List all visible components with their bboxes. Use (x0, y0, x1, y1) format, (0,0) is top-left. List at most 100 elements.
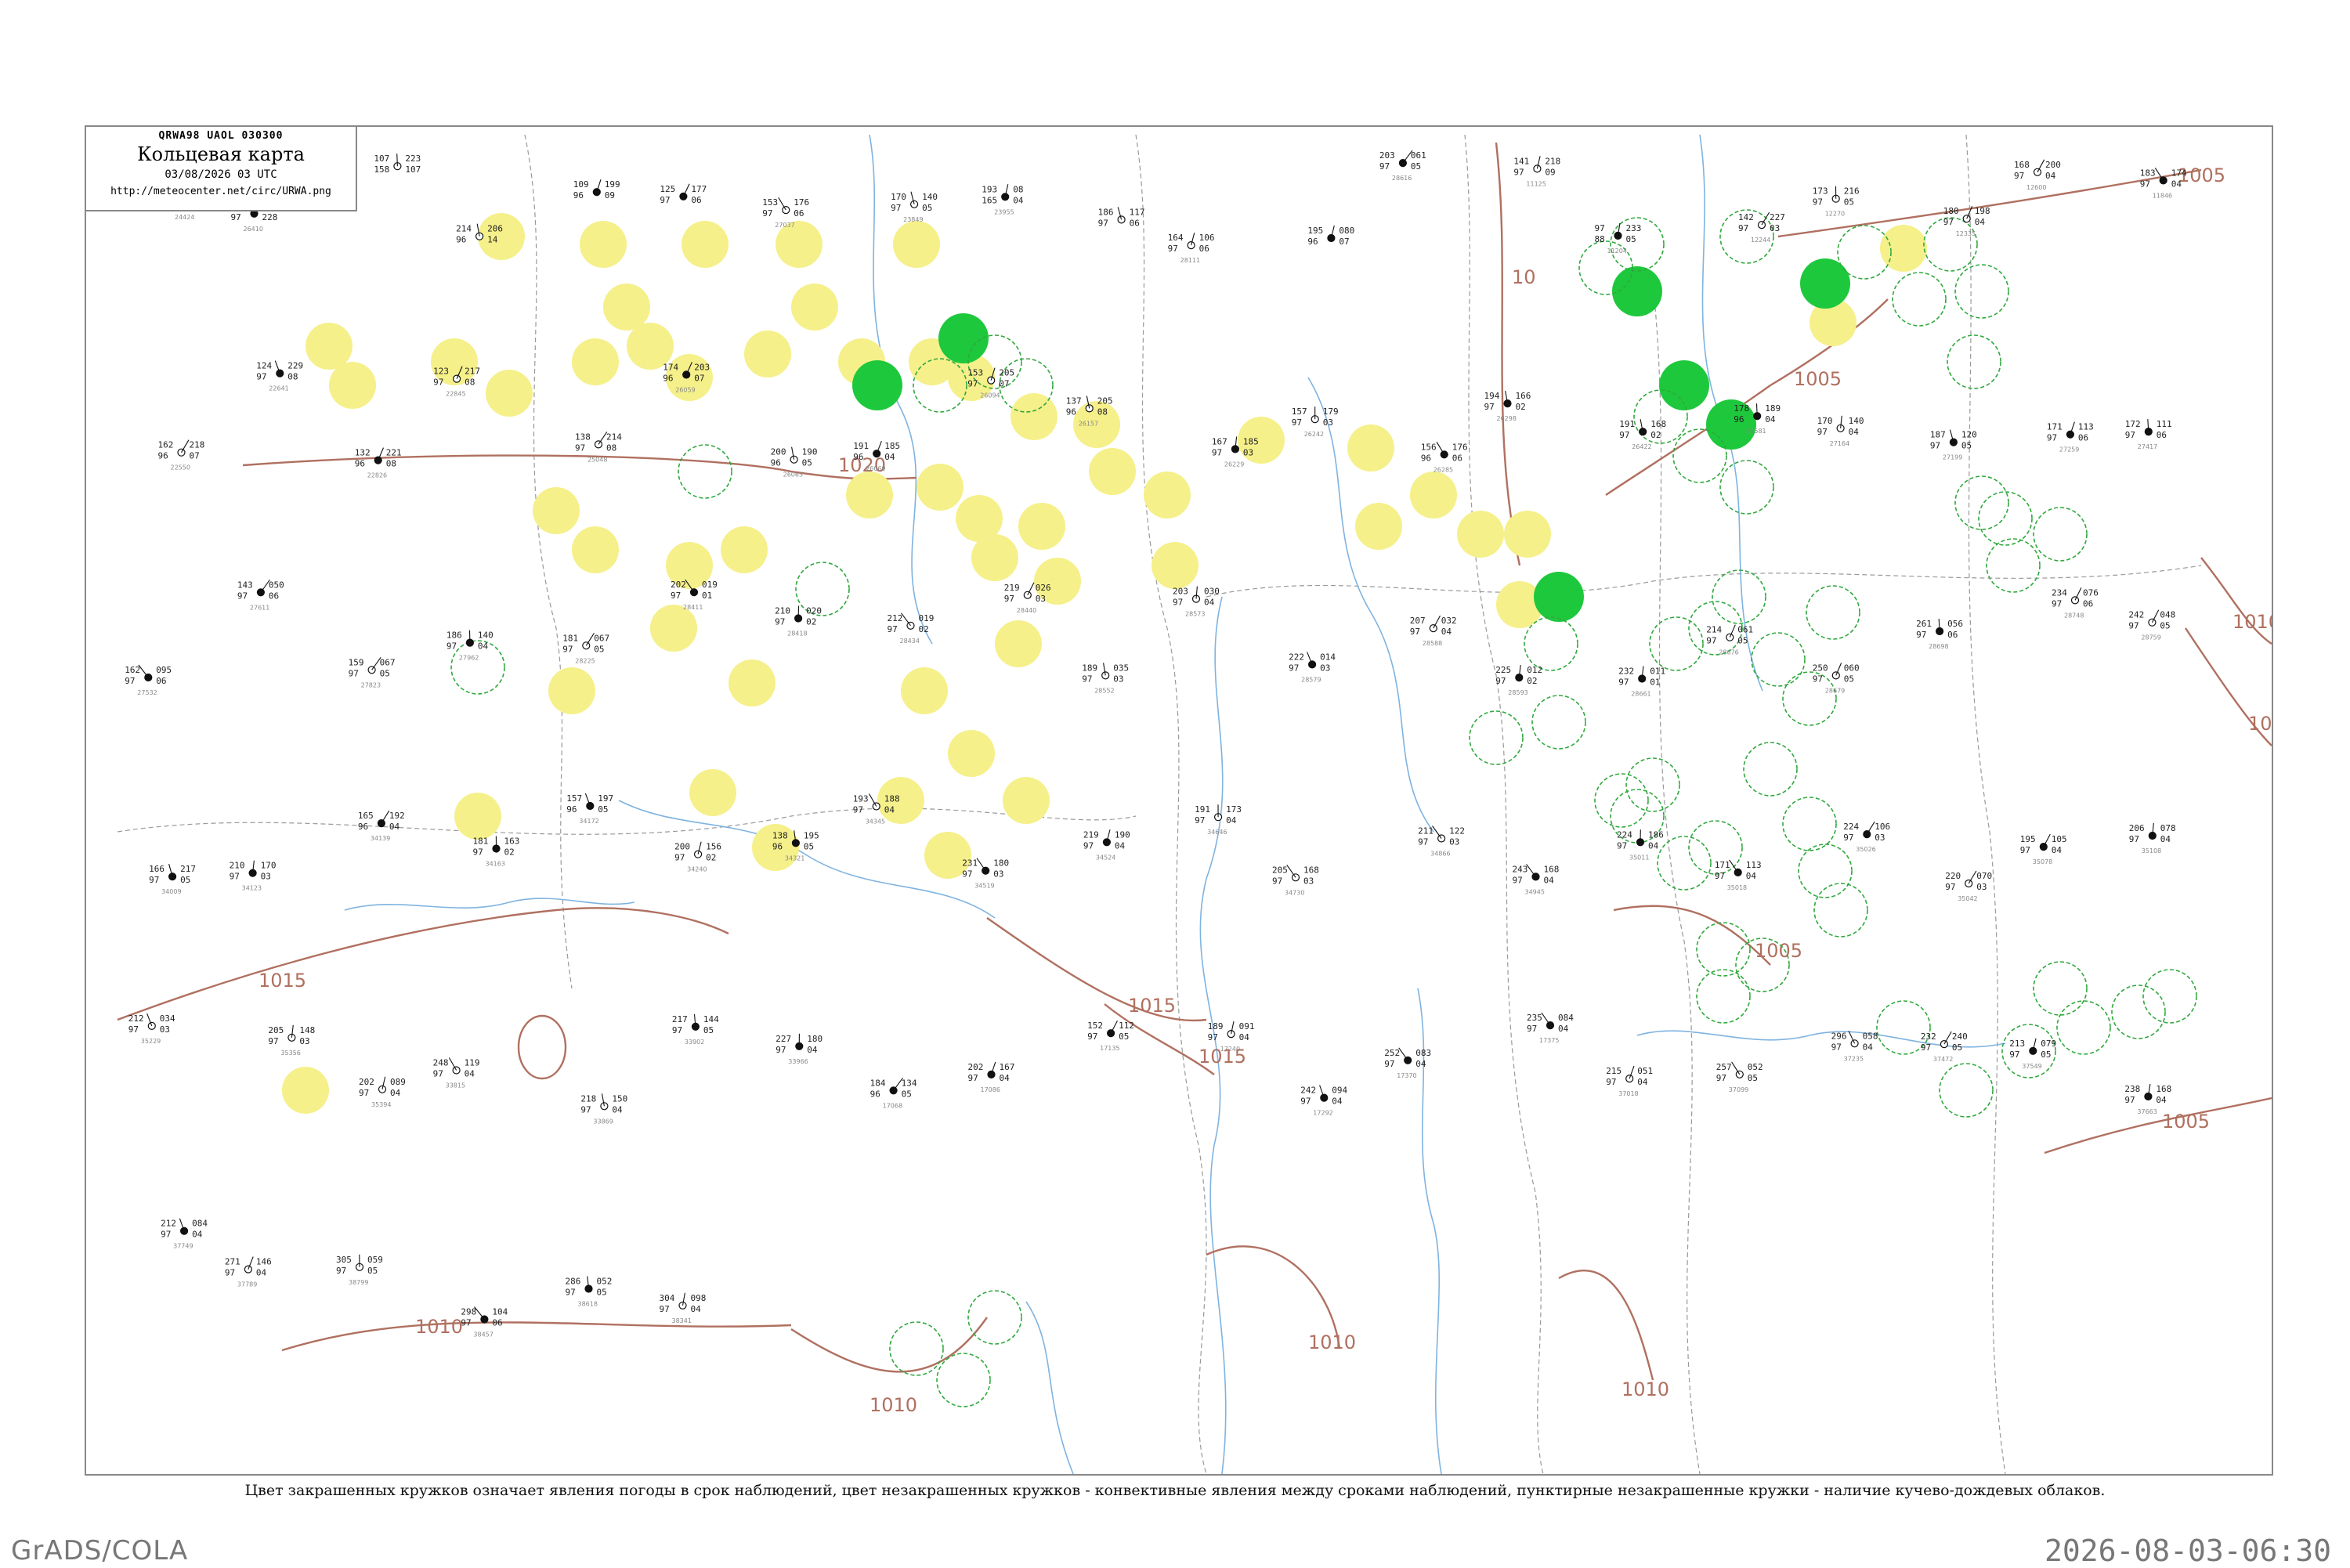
station-index: 17370 (1397, 1072, 1416, 1079)
isobar-line (1496, 143, 1520, 565)
station-value: 97 (1004, 594, 1014, 604)
station-marker (2034, 168, 2041, 175)
station-index: 26242 (1304, 431, 1324, 438)
station-value: 203 (1173, 587, 1188, 597)
source-url[interactable]: http://meteocenter.net/circ/URWA.png (86, 186, 356, 197)
isobar-label: 1010 (1308, 1331, 1356, 1353)
admin-boundary (525, 135, 572, 988)
station-value: 070 (1976, 871, 1992, 881)
station-value: 97 (2052, 598, 2062, 609)
station-index: 35356 (280, 1050, 300, 1057)
station-value: 234 (2052, 587, 2067, 598)
wind-barb (1730, 860, 1738, 873)
station-value: 148 (299, 1025, 315, 1035)
station-value: 158 (374, 164, 389, 175)
station-index: 28759 (2141, 634, 2160, 641)
station-index: 28434 (900, 638, 920, 645)
product-code: QRWA98 UAOL 030300 (86, 130, 356, 142)
fog-highlight (1457, 511, 1504, 558)
station-value: 07 (190, 451, 200, 461)
station-value: 191 (1195, 804, 1210, 815)
station-value: 04 (691, 1304, 702, 1314)
station-value: 189 (1765, 403, 1781, 414)
cumulonimbus-ring (937, 1353, 990, 1407)
station-plot: 248119970433815 (433, 1058, 480, 1089)
station-value: 03 (993, 869, 1003, 880)
station-value: 97 (1168, 244, 1178, 254)
fog-highlight (603, 284, 650, 331)
wind-barb (870, 794, 877, 807)
station-value: 03 (1036, 594, 1046, 604)
station-value: 232 (1921, 1031, 1936, 1042)
station-index: 26157 (1079, 420, 1098, 427)
station-index: 11846 (2153, 192, 2172, 199)
station-value: 174 (2171, 168, 2187, 178)
station-value: 03 (1323, 417, 1333, 428)
station-value: 97 (1921, 1042, 1931, 1053)
station-value: 219 (1004, 583, 1020, 593)
station-value: 173 (1226, 804, 1242, 815)
wind-barb (977, 858, 985, 871)
isobar-label: 1010 (1622, 1378, 1669, 1400)
station-value: 261 (1916, 619, 1932, 629)
station-value: 97 (1716, 1073, 1726, 1083)
station-value: 97 (2009, 1050, 2019, 1060)
station-plot: 286052970538618 (566, 1277, 613, 1308)
station-value: 205 (268, 1025, 284, 1035)
station-value: 97 (2047, 433, 2057, 443)
station-value: 04 (256, 1268, 267, 1278)
station-value: 214 (456, 224, 472, 234)
cumulonimbus-ring (2034, 508, 2087, 561)
station-value: 03 (1875, 833, 1885, 843)
station-index: 33815 (446, 1082, 465, 1089)
station-plot: 124229970822641 (256, 361, 303, 392)
station-value: 04 (1441, 627, 1452, 637)
station-value: 181 (473, 836, 489, 847)
station-value: 06 (1130, 218, 1140, 228)
station-value: 106 (1199, 233, 1215, 243)
station-value: 218 (580, 1093, 596, 1104)
station-value: 120 (1961, 430, 1977, 440)
station-value: 06 (492, 1318, 502, 1328)
station-value: 252 (1384, 1048, 1400, 1058)
admin-boundary (1653, 284, 1700, 1474)
station-value: 257 (1716, 1062, 1732, 1072)
cumulonimbus-ring (1697, 923, 1750, 976)
station-value: 03 (160, 1024, 170, 1035)
station-value: 07 (1339, 237, 1349, 247)
station-plot: 210170970334123 (230, 861, 277, 892)
station-value: 067 (594, 633, 609, 643)
rain-highlight (1534, 572, 1584, 622)
station-plot: 1861179706 (1098, 207, 1145, 228)
station-value: 97 (1208, 1032, 1218, 1042)
station-value: 96 (870, 1089, 880, 1099)
station-value: 07 (999, 379, 1009, 389)
station-value: 153 (762, 197, 778, 208)
station-value: 183 (2140, 168, 2156, 178)
station-value: 97 (1087, 1031, 1097, 1042)
station-value: 106 (1875, 822, 1890, 832)
station-plot: 157197960534172 (566, 793, 613, 825)
station-value: 01 (702, 591, 712, 601)
station-value: 030 (1204, 587, 1220, 597)
station-marker (476, 233, 483, 240)
station-value: 168 (1544, 864, 1560, 874)
station-value: 97 (562, 644, 573, 654)
fog-highlight (1355, 503, 1402, 550)
isobars-layer: 1005100510051005101010101010101010101015… (118, 143, 2272, 1416)
station-index: 28748 (2064, 612, 2084, 619)
station-value: 97 (962, 869, 972, 880)
fog-highlight (971, 534, 1018, 581)
station-index: 34945 (1525, 888, 1545, 895)
station-value: 05 (922, 203, 932, 213)
station-value: 96 (573, 190, 584, 201)
fog-highlight (1152, 542, 1198, 589)
station-value: 146 (256, 1257, 272, 1267)
station-plot: 224186970435011 (1617, 829, 1664, 861)
station-plot: 242048970528759 (2128, 610, 2175, 641)
station-value: 165 (982, 195, 997, 205)
station-value: 08 (1097, 406, 1108, 417)
station-index: 34646 (1207, 829, 1227, 836)
station-value: 07 (694, 373, 704, 383)
station-value: 193 (853, 794, 869, 804)
